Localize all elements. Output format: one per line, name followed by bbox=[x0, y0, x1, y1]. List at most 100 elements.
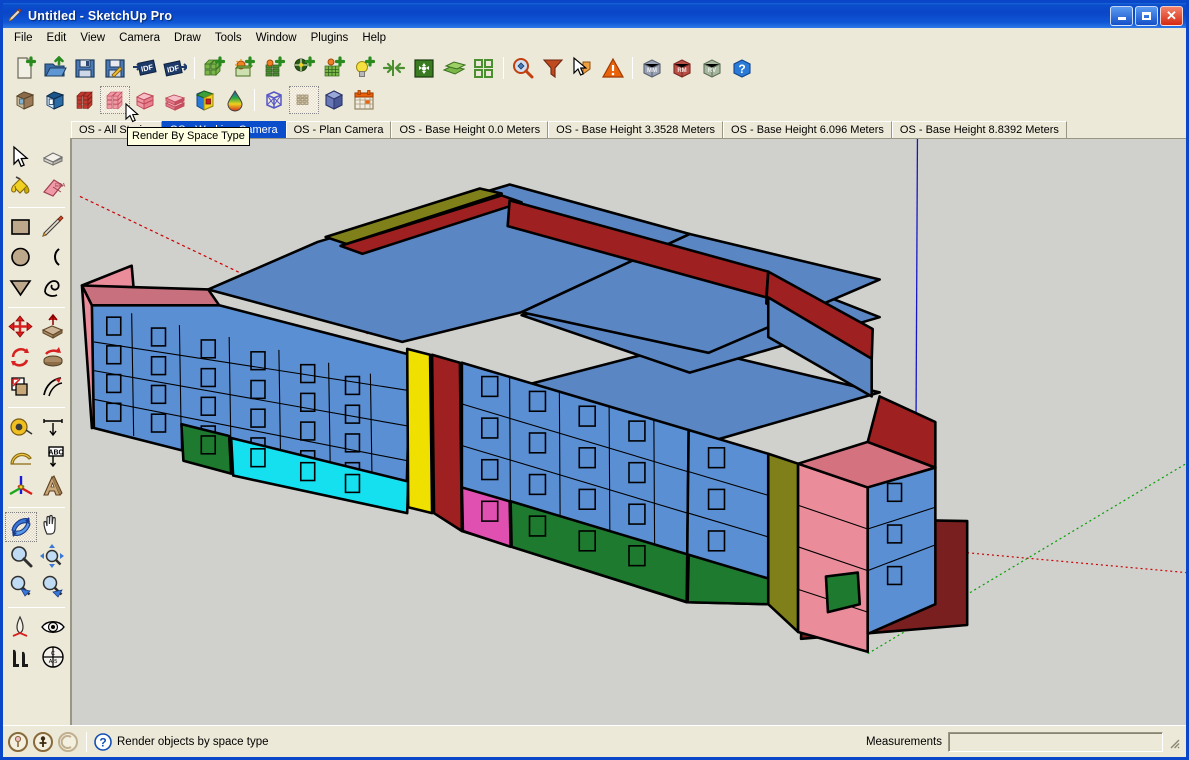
model-viewport[interactable]: .ed { stroke:#000; stroke-width:2.6; str… bbox=[71, 138, 1186, 725]
render-by-layer-icon[interactable] bbox=[190, 86, 220, 114]
menu-edit[interactable]: Edit bbox=[40, 30, 74, 46]
axes-tool-icon[interactable] bbox=[5, 472, 37, 502]
render-by-construction-icon[interactable] bbox=[70, 86, 100, 114]
polygon-tool-icon[interactable] bbox=[5, 272, 37, 302]
model-measure-icon[interactable]: MM bbox=[637, 54, 667, 82]
menu-help[interactable]: Help bbox=[355, 30, 393, 46]
close-button[interactable]: ✕ bbox=[1160, 5, 1183, 26]
render-view-icon[interactable]: RV bbox=[697, 54, 727, 82]
export-idf-icon[interactable]: IDF bbox=[160, 54, 190, 82]
menu-view[interactable]: View bbox=[73, 30, 112, 46]
freehand-tool-icon[interactable] bbox=[37, 272, 69, 302]
scene-tab-4[interactable]: OS - Base Height 3.3528 Meters bbox=[548, 121, 724, 138]
render-by-space-type-icon[interactable] bbox=[100, 85, 130, 114]
new-openstudio-model-icon[interactable] bbox=[10, 54, 40, 82]
open-openstudio-model-icon[interactable] bbox=[40, 54, 70, 82]
make-component-tool-icon[interactable] bbox=[37, 142, 69, 172]
follow-me-tool-icon[interactable] bbox=[37, 342, 69, 372]
render-by-thermal-zone-icon[interactable] bbox=[130, 86, 160, 114]
zoom-window-tool-icon[interactable] bbox=[37, 542, 69, 572]
zoom-extents-tool-icon[interactable] bbox=[5, 572, 37, 602]
render-by-building-story-icon[interactable] bbox=[160, 86, 190, 114]
menu-file[interactable]: File bbox=[7, 30, 40, 46]
save-openstudio-model-icon[interactable] bbox=[70, 54, 100, 82]
svg-text:RM: RM bbox=[677, 68, 686, 74]
window-title: Untitled - SketchUp Pro bbox=[28, 8, 173, 23]
shaded-view-icon[interactable] bbox=[319, 86, 349, 114]
pan-tool-icon[interactable] bbox=[37, 512, 69, 542]
tool-palette-row bbox=[3, 572, 70, 602]
3d-text-tool-icon[interactable] bbox=[37, 472, 69, 502]
menu-tools[interactable]: Tools bbox=[208, 30, 249, 46]
menu-plugins[interactable]: Plugins bbox=[304, 30, 356, 46]
filter-icon[interactable] bbox=[538, 54, 568, 82]
space-diagram-icon[interactable] bbox=[469, 54, 499, 82]
space-attributes-icon[interactable] bbox=[409, 54, 439, 82]
render-by-boundary-condition-icon[interactable] bbox=[40, 86, 70, 114]
question-mark-icon[interactable]: ? bbox=[94, 732, 112, 751]
select-object-icon[interactable] bbox=[568, 54, 598, 82]
walk-tool-icon[interactable] bbox=[5, 642, 37, 672]
scale-tool-icon[interactable] bbox=[5, 372, 37, 402]
scene-tab-2[interactable]: OS - Plan Camera bbox=[285, 121, 392, 138]
eraser-tool-icon[interactable]: ERA bbox=[37, 172, 69, 202]
calendar-icon[interactable] bbox=[349, 86, 379, 114]
scene-tab-5[interactable]: OS - Base Height 6.096 Meters bbox=[723, 121, 892, 138]
select-tool-icon[interactable] bbox=[5, 142, 37, 172]
previous-view-tool-icon[interactable] bbox=[37, 572, 69, 602]
new-illuminance-map-icon[interactable] bbox=[319, 54, 349, 82]
menu-draw[interactable]: Draw bbox=[167, 30, 208, 46]
circle-tool-icon[interactable] bbox=[5, 242, 37, 272]
scene-tab-6[interactable]: OS - Base Height 8.8392 Meters bbox=[891, 121, 1067, 138]
paint-bucket-tool-icon[interactable] bbox=[5, 172, 37, 202]
new-shading-surface-group-icon[interactable] bbox=[229, 54, 259, 82]
save-as-openstudio-model-icon[interactable] bbox=[100, 54, 130, 82]
new-space-icon[interactable] bbox=[199, 54, 229, 82]
dimension-tool-icon[interactable] bbox=[37, 412, 69, 442]
status-circle-1[interactable] bbox=[7, 731, 29, 753]
color-by-value-icon[interactable] bbox=[220, 86, 250, 114]
hidden-geometry-icon[interactable] bbox=[259, 86, 289, 114]
tool-palette-row: ABC bbox=[3, 442, 70, 472]
render-by-surface-normal-icon[interactable] bbox=[10, 86, 40, 114]
help-icon[interactable]: ? bbox=[727, 54, 757, 82]
zoom-tool-icon[interactable] bbox=[5, 542, 37, 572]
move-tool-icon[interactable] bbox=[5, 312, 37, 342]
position-camera-tool-icon[interactable] bbox=[5, 612, 37, 642]
look-around-tool-icon[interactable] bbox=[37, 612, 69, 642]
rotate-tool-icon[interactable] bbox=[5, 342, 37, 372]
surface-matching-icon[interactable] bbox=[379, 54, 409, 82]
orbit-tool-icon[interactable] bbox=[5, 512, 37, 542]
new-daylighting-control-icon[interactable] bbox=[289, 54, 319, 82]
menu-window[interactable]: Window bbox=[249, 30, 304, 46]
status-circle-3[interactable] bbox=[57, 731, 79, 753]
search-inspector-icon[interactable] bbox=[508, 54, 538, 82]
text-tool-icon[interactable]: ABC bbox=[37, 442, 69, 472]
new-luminaire-icon[interactable] bbox=[349, 54, 379, 82]
large-tool-set-palette: ERA ABC C A-5 bbox=[3, 138, 71, 725]
project-loose-geometry-icon[interactable] bbox=[439, 54, 469, 82]
scene-tab-3[interactable]: OS - Base Height 0.0 Meters bbox=[391, 121, 549, 138]
line-tool-icon[interactable] bbox=[37, 212, 69, 242]
scene-tab-label: OS - Plan Camera bbox=[293, 124, 384, 136]
section-plane-tool-icon[interactable]: C A-5 bbox=[37, 642, 69, 672]
protractor-tool-icon[interactable] bbox=[5, 442, 37, 472]
resize-grip-icon[interactable] bbox=[1166, 735, 1180, 749]
arc-tool-icon[interactable] bbox=[37, 242, 69, 272]
status-circle-2[interactable] bbox=[32, 731, 54, 753]
menu-camera[interactable]: Camera bbox=[112, 30, 167, 46]
maximize-button[interactable] bbox=[1135, 5, 1158, 26]
offset-tool-icon[interactable] bbox=[37, 372, 69, 402]
render-mode-icon[interactable]: RM bbox=[667, 54, 697, 82]
tape-measure-tool-icon[interactable] bbox=[5, 412, 37, 442]
warnings-icon[interactable] bbox=[598, 54, 628, 82]
model-canvas[interactable]: .ed { stroke:#000; stroke-width:2.6; str… bbox=[72, 139, 1186, 725]
import-idf-icon[interactable]: IDF bbox=[130, 54, 160, 82]
rectangle-tool-icon[interactable] bbox=[5, 212, 37, 242]
measurements-label: Measurements bbox=[865, 735, 942, 748]
xray-icon[interactable] bbox=[289, 85, 319, 114]
measurements-input[interactable] bbox=[948, 731, 1163, 752]
new-interior-partition-group-icon[interactable] bbox=[259, 54, 289, 82]
push-pull-tool-icon[interactable] bbox=[37, 312, 69, 342]
minimize-button[interactable] bbox=[1110, 5, 1133, 26]
